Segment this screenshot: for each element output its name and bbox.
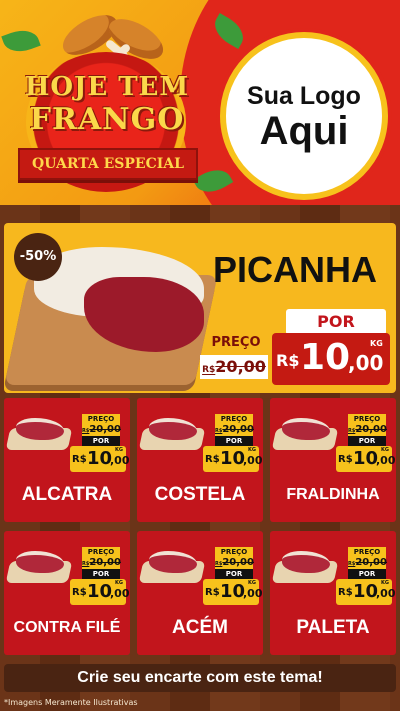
product-image — [5, 412, 73, 452]
preco-label: PREÇO — [215, 414, 253, 424]
product-card[interactable]: PREÇO R$20,00 POR R$ 10,00 KG CONTRA FILÉ — [4, 531, 130, 655]
new-price: R$ 10,00 KG — [336, 446, 396, 472]
product-name: CONTRA FILÉ — [13, 619, 121, 636]
old-price: R$20,00 — [215, 424, 254, 436]
leaf-icon — [1, 24, 41, 58]
title-line-2: FRANGO — [29, 102, 185, 137]
product-name: COSTELA — [154, 484, 246, 505]
preco-label: PREÇO — [215, 547, 253, 557]
title-line-1: HOJE TEM — [24, 72, 190, 102]
por-label: POR — [215, 569, 253, 579]
preco-label: PREÇO — [82, 414, 120, 424]
new-price: R$ 10,00 KG — [203, 446, 263, 472]
discount-badge: -50% — [14, 233, 62, 281]
featured-product-card[interactable]: -50% PICANHA POR PREÇO R$20,00 R$ 10 ,00… — [4, 223, 396, 393]
new-price: R$ 10,00 KG — [203, 579, 263, 605]
por-label: POR — [82, 436, 120, 446]
product-card[interactable]: PREÇO R$20,00 POR R$ 10,00 KG FRALDINHA — [270, 398, 396, 522]
por-label: POR — [215, 436, 253, 446]
product-card[interactable]: PREÇO R$20,00 POR R$ 10,00 KG ALCATRA — [4, 398, 130, 522]
preco-label: PREÇO — [211, 335, 261, 350]
new-price: R$ 10,00 KG — [70, 446, 130, 472]
product-image — [5, 545, 73, 585]
logo-text-line-2: Aqui — [259, 108, 349, 153]
product-card[interactable]: PREÇO R$20,00 POR R$ 10,00 KG PALETA — [270, 531, 396, 655]
por-label: POR — [348, 569, 386, 579]
create-flyer-button[interactable]: Crie seu encarte com este tema! — [4, 664, 396, 692]
preco-label: PREÇO — [348, 414, 386, 424]
product-image — [271, 545, 339, 585]
old-price: R$20,00 — [348, 424, 387, 436]
price-currency: R$ — [276, 351, 300, 370]
product-image — [138, 412, 206, 452]
por-label: POR — [348, 436, 386, 446]
old-price: R$20,00 — [82, 424, 121, 436]
logo-placeholder[interactable]: Sua Logo Aqui — [220, 32, 388, 200]
product-name: FRALDINHA — [286, 486, 380, 503]
logo-text-line-1: Sua Logo — [247, 81, 361, 110]
price-unit: KG — [370, 339, 383, 348]
title-badge: HOJE TEM FRANGO QUARTA ESPECIAL — [12, 52, 202, 192]
product-name: PALETA — [296, 617, 370, 638]
product-name: ACÉM — [172, 617, 228, 638]
por-label: POR — [286, 309, 386, 335]
old-price-value: 20,00 — [215, 357, 266, 376]
featured-product-name: PICANHA — [212, 249, 377, 290]
product-card[interactable]: PREÇO R$20,00 POR R$ 10,00 KG COSTELA — [137, 398, 263, 522]
header-banner: HOJE TEM FRANGO QUARTA ESPECIAL Sua Logo… — [0, 0, 400, 205]
new-price: R$ 10,00 KG — [336, 579, 396, 605]
title-ribbon: QUARTA ESPECIAL — [18, 148, 198, 180]
product-image — [271, 412, 339, 452]
por-label: POR — [82, 569, 120, 579]
product-name: ALCATRA — [21, 484, 113, 505]
product-image — [138, 545, 206, 585]
old-price: R$20,00 — [215, 557, 254, 569]
old-price: R$20,00 — [82, 557, 121, 569]
old-price: R$20,00 — [348, 557, 387, 569]
preco-label: PREÇO — [348, 547, 386, 557]
product-card[interactable]: PREÇO R$20,00 POR R$ 10,00 KG ACÉM — [137, 531, 263, 655]
price-decimal: ,00 — [348, 351, 384, 375]
disclaimer-text: *Imagens Meramente Ilustrativas — [4, 698, 138, 707]
price-integer: 10 — [300, 337, 351, 378]
new-price: R$ 10 ,00 KG — [272, 333, 390, 385]
old-price-currency: R$ — [202, 365, 216, 375]
new-price: R$ 10,00 KG — [70, 579, 130, 605]
old-price: R$20,00 — [200, 355, 268, 379]
preco-label: PREÇO — [82, 547, 120, 557]
